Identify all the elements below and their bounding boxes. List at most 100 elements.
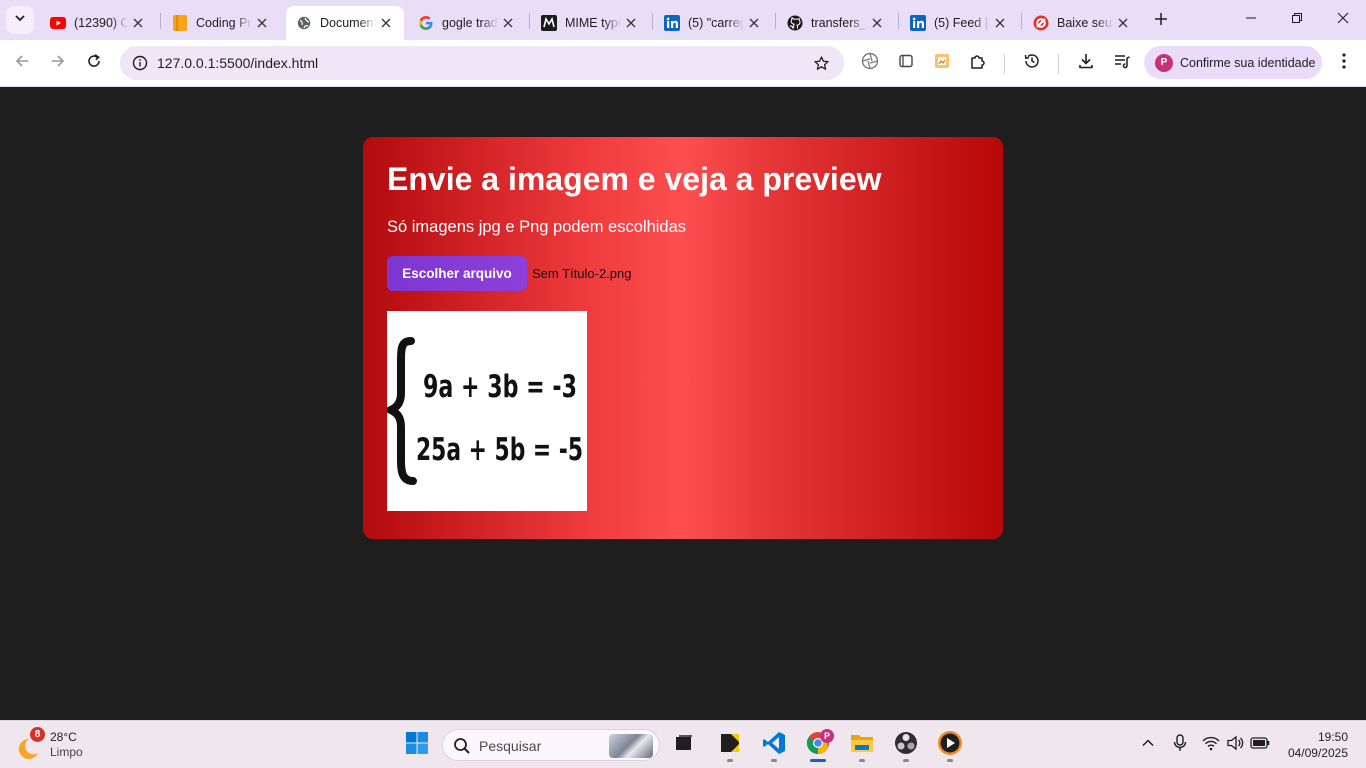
weather-condition: Limpo [50,745,83,759]
github-icon [787,15,803,31]
youtube-icon [50,15,66,31]
tab-separator [652,13,653,29]
downloads-button[interactable] [1072,49,1100,77]
running-indicator [903,759,909,762]
equation-line-2: 25a + 5b = -5 [416,432,583,468]
media-controls-button[interactable] [1108,49,1136,77]
tab-title: (5) "carregar imagem" [688,16,744,30]
close-icon[interactable] [990,13,1010,33]
reload-button[interactable] [80,49,108,77]
tab-ilovepdf[interactable]: Baixe seu [1023,6,1141,40]
restore-icon [1291,11,1303,29]
folder-icon [850,732,874,759]
obs-icon [894,731,918,760]
close-icon[interactable] [744,13,764,33]
url-text[interactable]: 127.0.0.1:5500/index.html [157,55,318,71]
vscode-icon [762,731,786,760]
battery-button[interactable] [1248,733,1272,757]
menu-button[interactable] [1330,49,1358,77]
close-icon[interactable] [1113,13,1133,33]
extension-button[interactable] [892,49,920,77]
media-player-button[interactable] [930,727,970,763]
active-indicator [810,759,826,762]
show-hidden-icons-button[interactable] [1136,733,1160,757]
obs-button[interactable] [886,727,926,763]
task-view-button[interactable] [664,727,704,763]
tab-document[interactable]: Document [286,6,404,40]
chrome-profile-badge: P [820,729,834,743]
tab-github[interactable]: transfers_ [777,6,895,40]
site-info-icon[interactable] [128,51,152,75]
forward-button[interactable] [44,49,72,77]
network-button[interactable] [1199,733,1223,757]
running-indicator [859,759,865,762]
tab-search-button[interactable] [6,6,34,34]
page-title: Envie a imagem e veja a preview [387,161,882,197]
chrome-button[interactable]: P [798,727,838,763]
close-icon[interactable] [867,13,887,33]
tab-groups-icon [898,53,914,74]
tab-separator [775,13,776,29]
tab-title: gogle tradutor [442,16,498,30]
windows-start-icon [405,731,429,760]
close-icon[interactable] [128,13,148,33]
sticky-notes-button[interactable] [710,727,750,763]
vscode-button[interactable] [754,727,794,763]
browser-toolbar: 127.0.0.1:5500/index.html P Confirme sua… [0,40,1366,87]
clock-date: 04/09/2025 [1287,746,1348,760]
tab-coding-project[interactable]: Coding Project [162,6,280,40]
taskbar-search[interactable]: Pesquisar [442,729,660,761]
battery-icon [1250,736,1270,755]
star-icon[interactable] [810,52,832,74]
tab-google-translate[interactable]: gogle tradutor [408,6,526,40]
extension-button[interactable] [928,49,956,77]
tab-title: Document [320,16,376,30]
notebook-icon [172,15,188,31]
image-preview: 9a + 3b = -3 25a + 5b = -5 [387,311,587,511]
chevron-down-icon [14,11,26,29]
close-icon[interactable] [498,13,518,33]
task-view-icon [673,732,695,759]
close-window-button[interactable] [1320,0,1366,40]
reload-icon [86,53,102,74]
tab-linkedin-feed[interactable]: (5) Feed | LinkedIn [900,6,1018,40]
start-button[interactable] [397,727,437,763]
new-tab-button[interactable] [1148,8,1174,34]
running-indicator [947,759,953,762]
tab-linkedin-search[interactable]: (5) "carregar imagem" [654,6,772,40]
history-button[interactable] [1018,49,1046,77]
microphone-icon [1172,733,1188,757]
running-indicator [727,759,733,762]
tab-mime-types[interactable]: MIME types [531,6,649,40]
back-button[interactable] [8,49,36,77]
extensions-button[interactable] [964,49,992,77]
weather-alert-badge: 8 [30,727,45,742]
puzzle-icon [969,52,987,75]
tab-youtube[interactable]: (12390) Coding [40,6,156,40]
minimize-button[interactable] [1228,0,1274,40]
close-icon[interactable] [252,13,272,33]
search-icon [453,737,471,760]
search-highlight-image [609,734,653,758]
file-explorer-button[interactable] [842,727,882,763]
equation-line-1: 9a + 3b = -3 [423,369,577,405]
aperture-icon [861,52,879,75]
linkedin-icon [664,15,680,31]
profile-button[interactable]: P Confirme sua identidade [1144,46,1322,79]
chevron-up-icon [1141,736,1155,755]
page-viewport: Envie a imagem e veja a preview Só image… [0,87,1366,720]
system-clock[interactable]: 19:50 04/09/2025 [1276,729,1348,761]
weather-widget[interactable]: 8 28°C Limpo [18,727,108,763]
volume-button[interactable] [1224,733,1248,757]
choose-file-button[interactable]: Escolher arquivo [387,256,527,291]
linkedin-icon [910,15,926,31]
extension-button[interactable] [856,49,884,77]
restore-button[interactable] [1274,0,1320,40]
microphone-button[interactable] [1168,733,1192,757]
speaker-icon [1227,735,1245,756]
close-icon[interactable] [376,13,396,33]
close-icon[interactable] [621,13,641,33]
tab-title: transfers_ [811,16,867,30]
download-icon [1077,52,1095,75]
address-bar[interactable]: 127.0.0.1:5500/index.html [120,46,844,80]
